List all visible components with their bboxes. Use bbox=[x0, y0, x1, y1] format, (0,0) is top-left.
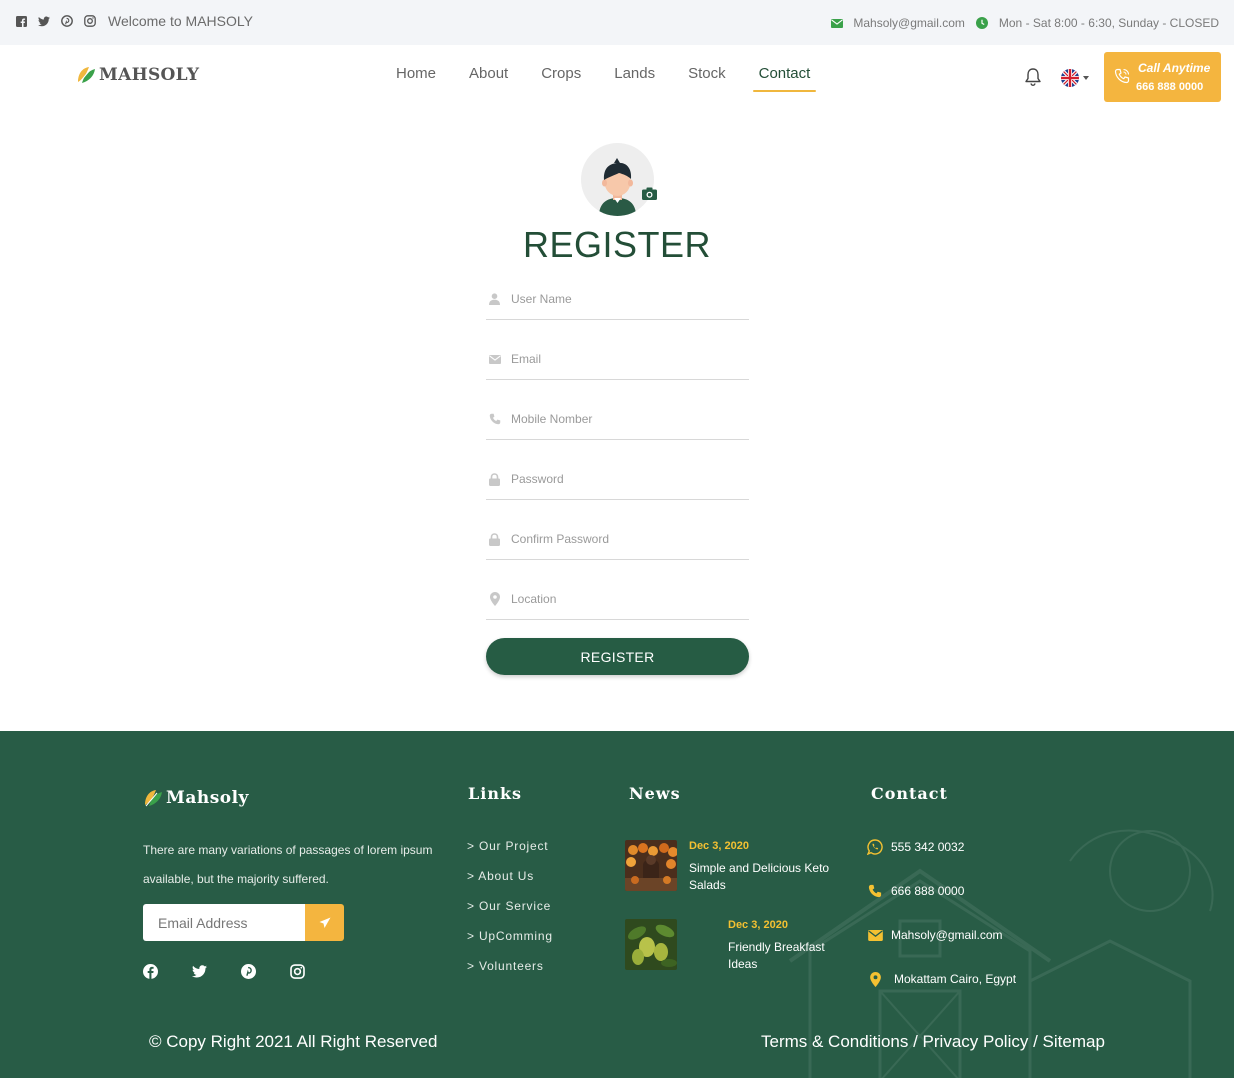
contact-address-text: Mokattam Cairo, Egypt bbox=[894, 972, 1017, 986]
lock-icon bbox=[488, 472, 501, 486]
leaf-logo-icon bbox=[145, 790, 162, 807]
top-social-links bbox=[14, 14, 97, 28]
call-number: 666 888 0000 bbox=[1136, 81, 1204, 93]
clock-icon bbox=[976, 17, 989, 30]
confirm-password-input[interactable] bbox=[511, 528, 741, 550]
top-email[interactable]: Mahsoly@gmail.com bbox=[853, 16, 965, 30]
news-title: Friendly Breakfast Ideas bbox=[728, 940, 825, 971]
uk-flag-icon bbox=[1061, 69, 1079, 87]
pinterest-icon[interactable] bbox=[60, 14, 74, 28]
footer-link-volunteers[interactable]: > Volunteers bbox=[467, 959, 553, 989]
twitter-icon[interactable] bbox=[37, 14, 51, 28]
call-label: Call Anytime bbox=[1138, 61, 1211, 75]
nav-item-stock[interactable]: Stock bbox=[682, 63, 732, 92]
footer-link-upcomming[interactable]: > UpComming bbox=[467, 929, 553, 959]
opening-hours: Mon - Sat 8:00 - 6:30, Sunday - CLOSED bbox=[998, 16, 1219, 30]
email-field bbox=[486, 340, 749, 380]
nav-item-home[interactable]: Home bbox=[390, 63, 442, 92]
instagram-icon[interactable] bbox=[290, 964, 305, 979]
footer-link-our-project[interactable]: > Our Project bbox=[467, 839, 553, 869]
language-selector[interactable] bbox=[1061, 69, 1089, 87]
newsletter-email-input[interactable] bbox=[143, 904, 306, 941]
nav-menu: Home About Crops Lands Stock Contact bbox=[390, 63, 837, 92]
map-pin-icon bbox=[867, 971, 883, 987]
contact-whatsapp-number: 555 342 0032 bbox=[891, 840, 965, 854]
send-icon bbox=[319, 917, 330, 928]
contact-phone[interactable]: 666 888 0000 bbox=[867, 883, 964, 899]
bell-icon[interactable] bbox=[1024, 67, 1044, 89]
email-input[interactable] bbox=[511, 348, 741, 370]
camera-icon[interactable] bbox=[642, 187, 657, 200]
news-item[interactable]: Dec 3, 2020 Simple and Delicious Keto Sa… bbox=[625, 840, 835, 900]
chevron-down-icon bbox=[1083, 76, 1089, 80]
pinterest-icon[interactable] bbox=[241, 964, 256, 979]
location-input[interactable] bbox=[511, 588, 741, 610]
nav-item-lands[interactable]: Lands bbox=[608, 63, 661, 92]
phone-outline-icon bbox=[1114, 68, 1130, 89]
location-field bbox=[486, 580, 749, 620]
news-item[interactable]: Dec 3, 2020 Friendly Breakfast Ideas bbox=[625, 919, 835, 979]
links-heading: Links bbox=[468, 784, 523, 803]
footer: Mahsoly There are many variations of pas… bbox=[0, 731, 1234, 1078]
footer-social-links bbox=[143, 964, 305, 979]
top-contact-info: Mahsoly@gmail.com Mon - Sat 8:00 - 6:30,… bbox=[830, 16, 1219, 30]
envelope-icon bbox=[488, 352, 501, 366]
contact-heading: Contact bbox=[871, 784, 948, 803]
mobile-field bbox=[486, 400, 749, 440]
password-field bbox=[486, 460, 749, 500]
password-input[interactable] bbox=[511, 468, 741, 490]
mobile-input[interactable] bbox=[511, 408, 741, 430]
news-date: Dec 3, 2020 bbox=[689, 840, 749, 852]
footer-link-about-us[interactable]: > About Us bbox=[467, 869, 553, 899]
map-pin-icon bbox=[488, 592, 501, 606]
leaf-logo-icon bbox=[78, 67, 95, 84]
confirm-password-field bbox=[486, 520, 749, 560]
contact-email[interactable]: Mahsoly@gmail.com bbox=[867, 927, 1003, 943]
envelope-icon bbox=[867, 927, 883, 943]
copyright: © Copy Right 2021 All Right Reserved bbox=[149, 1032, 438, 1051]
contact-email-address: Mahsoly@gmail.com bbox=[891, 928, 1003, 942]
contact-address[interactable]: Mokattam Cairo, Egypt bbox=[867, 971, 1016, 987]
phone-icon bbox=[867, 883, 883, 899]
logo-text: MAHSOLY bbox=[99, 65, 200, 85]
page-title: REGISTER bbox=[522, 224, 712, 265]
news-heading: News bbox=[629, 784, 681, 803]
phone-icon bbox=[488, 412, 501, 426]
newsletter-form bbox=[143, 904, 344, 941]
register-button[interactable]: REGISTER bbox=[486, 638, 749, 675]
instagram-icon[interactable] bbox=[83, 14, 97, 28]
news-thumbnail bbox=[625, 919, 677, 970]
username-field bbox=[486, 280, 749, 320]
newsletter-submit-button[interactable] bbox=[305, 904, 344, 941]
call-anytime-button[interactable]: Call Anytime 666 888 0000 bbox=[1104, 52, 1221, 102]
footer-description: There are many variations of passages of… bbox=[143, 843, 433, 886]
avatar[interactable] bbox=[581, 143, 654, 216]
facebook-icon[interactable] bbox=[14, 14, 28, 28]
user-icon bbox=[488, 292, 501, 306]
facebook-icon[interactable] bbox=[143, 964, 158, 979]
site-logo[interactable]: MAHSOLY bbox=[76, 65, 199, 85]
welcome-text: Welcome to MAHSOLY bbox=[108, 13, 253, 29]
whatsapp-icon bbox=[867, 839, 883, 855]
nav-item-contact[interactable]: Contact bbox=[752, 63, 817, 92]
nav-item-crops[interactable]: Crops bbox=[535, 63, 587, 92]
footer-logo[interactable]: Mahsoly bbox=[143, 788, 249, 808]
contact-phone-number: 666 888 0000 bbox=[891, 884, 965, 898]
envelope-icon bbox=[830, 17, 843, 30]
footer-links: > Our Project > About Us > Our Service >… bbox=[467, 839, 553, 989]
legal-links[interactable]: Terms & Conditions / Privacy Policy / Si… bbox=[761, 1032, 1105, 1052]
news-date: Dec 3, 2020 bbox=[728, 919, 788, 931]
nav-item-about[interactable]: About bbox=[463, 63, 514, 92]
news-title: Simple and Delicious Keto Salads bbox=[689, 861, 830, 892]
lock-icon bbox=[488, 532, 501, 546]
top-bar: Welcome to MAHSOLY Mahsoly@gmail.com Mon… bbox=[0, 0, 1234, 45]
main-nav: MAHSOLY Home About Crops Lands Stock Con… bbox=[0, 45, 1234, 107]
footer-link-our-service[interactable]: > Our Service bbox=[467, 899, 553, 929]
footer-logo-text: Mahsoly bbox=[166, 788, 249, 808]
contact-whatsapp[interactable]: 555 342 0032 bbox=[867, 839, 964, 855]
news-thumbnail bbox=[625, 840, 677, 891]
twitter-icon[interactable] bbox=[192, 964, 207, 979]
username-input[interactable] bbox=[511, 288, 741, 310]
